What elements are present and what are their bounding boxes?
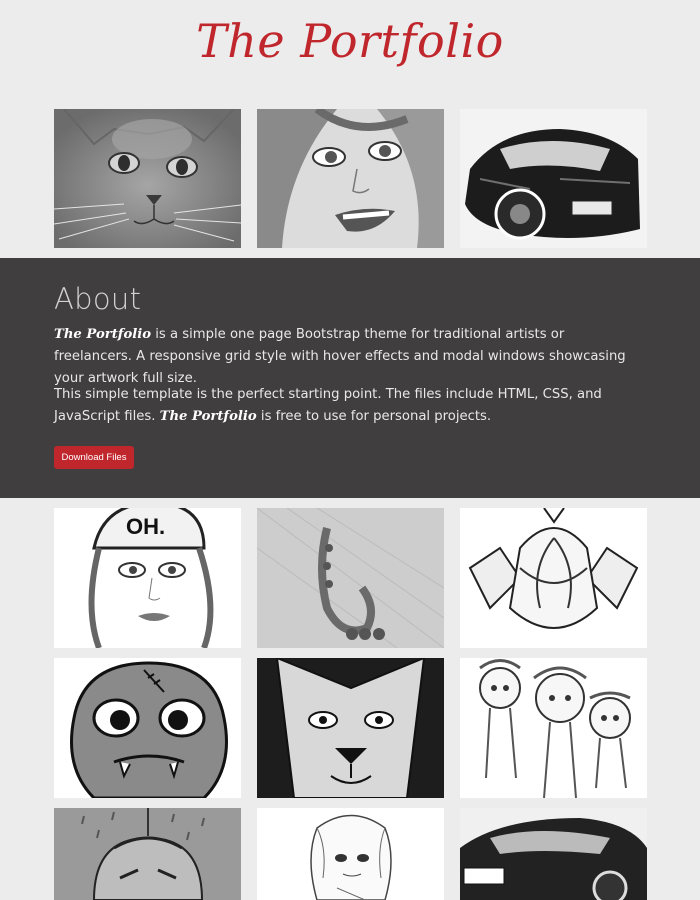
- brand-inline-2: The Portfolio: [159, 409, 257, 424]
- gallery-item-rain-face[interactable]: [54, 808, 241, 900]
- monster-image: [54, 658, 241, 798]
- gallery-item-lion[interactable]: [257, 658, 444, 798]
- download-files-button[interactable]: Download Files: [54, 446, 134, 469]
- gallery-item-monster[interactable]: [54, 658, 241, 798]
- gallery-item-car[interactable]: [460, 808, 647, 900]
- car-image: [460, 808, 647, 900]
- brand-inline: The Portfolio: [54, 327, 152, 342]
- rain-face-image: [54, 808, 241, 900]
- saxophone-image: [257, 508, 444, 648]
- about-paragraph-1: The Portfolio is a simple one page Boots…: [54, 324, 646, 390]
- site-brand-title[interactable]: The Portfolio: [0, 14, 700, 68]
- svg-text:OH.: OH.: [126, 514, 165, 539]
- gallery-item-flower[interactable]: [460, 508, 647, 648]
- gallery-item-cat[interactable]: [54, 109, 241, 248]
- sports-car-image: [460, 109, 647, 248]
- gallery-item-cartoon-girls[interactable]: [460, 658, 647, 798]
- about-heading: About: [54, 282, 142, 316]
- about-paragraph-2-text-b: is free to use for personal projects.: [256, 409, 492, 424]
- flower-image: [460, 508, 647, 648]
- gallery-item-sports-car[interactable]: [460, 109, 647, 248]
- cat-drawing-image: [54, 109, 241, 248]
- about-paragraph-2: This simple template is the perfect star…: [54, 384, 646, 428]
- gallery-item-girl-portrait[interactable]: [257, 109, 444, 248]
- cartoon-girls-image: [460, 658, 647, 798]
- gallery-item-anime-girl[interactable]: [257, 808, 444, 900]
- girl-portrait-image: [257, 109, 444, 248]
- lion-image: [257, 658, 444, 798]
- girl-beanie-image: OH.: [54, 508, 241, 648]
- gallery-item-girl-beanie[interactable]: OH.: [54, 508, 241, 648]
- about-section: About The Portfolio is a simple one page…: [0, 258, 700, 498]
- anime-girl-image: [257, 808, 444, 900]
- gallery-item-saxophone[interactable]: [257, 508, 444, 648]
